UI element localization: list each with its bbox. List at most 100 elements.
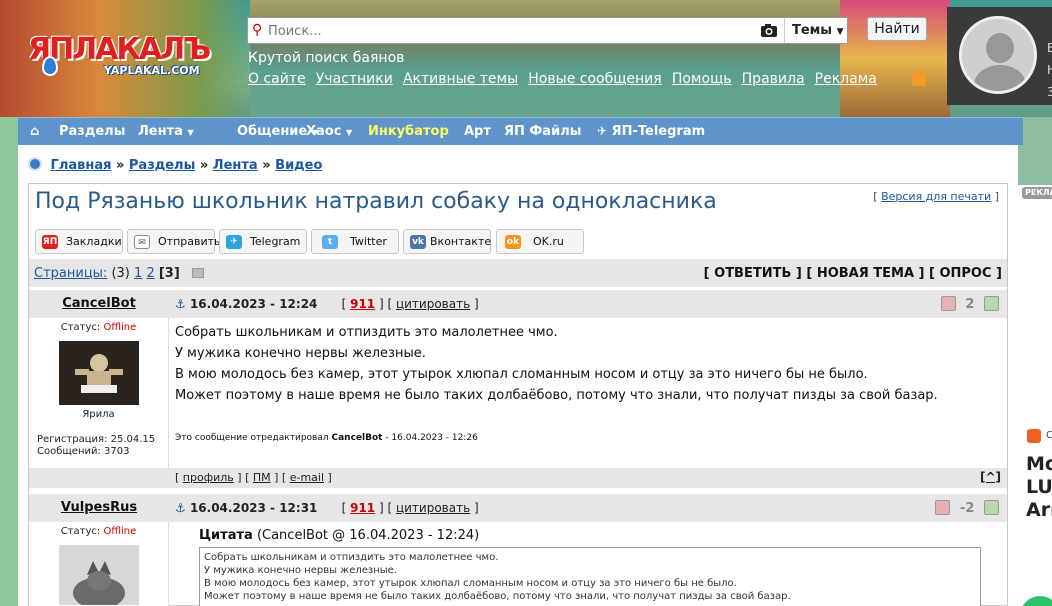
tagline-link[interactable]: Крутой поиск баянов	[248, 50, 404, 66]
link-help[interactable]: Помощь	[672, 71, 732, 87]
anchor-icon[interactable]: ⚓	[175, 297, 186, 311]
link-new-messages[interactable]: Новые сообщения	[528, 71, 661, 87]
top-links: О сайте Участники Активные темы Новые со…	[248, 71, 883, 87]
post-number[interactable]: 911	[350, 501, 375, 515]
content-area: Главная » Разделы » Лента » Видео Под Ря…	[18, 145, 1018, 606]
post-footer-links: [ профиль ] [ ПМ ] [ e-mail ]	[175, 471, 332, 484]
author-reg-info: Регистрация: 25.04.15 Сообщений: 3703	[37, 434, 156, 457]
post-text-line: Может поэтому в наше время не было таких…	[175, 388, 938, 403]
pm-link[interactable]: ПМ	[253, 471, 271, 484]
quote-link[interactable]: цитировать	[396, 297, 470, 311]
thumbs-down-icon[interactable]	[935, 500, 951, 515]
print-version-link[interactable]: Версия для печати	[881, 190, 991, 203]
thumbs-down-icon[interactable]	[940, 296, 956, 311]
search-input[interactable]	[268, 21, 748, 41]
page-2-link[interactable]: 2	[146, 266, 154, 281]
nav-sections[interactable]: Разделы	[59, 124, 125, 139]
post-text-line: В мою молодось без камер, этот утырок хл…	[175, 367, 868, 382]
nav-art[interactable]: Арт	[464, 124, 491, 139]
post-header: VulpesRus ⚓ 16.04.2023 - 12:31 [ 911 ] […	[29, 494, 1007, 522]
page-1-link[interactable]: 1	[134, 266, 142, 281]
link-members[interactable]: Участники	[316, 71, 393, 87]
post-number[interactable]: 911	[350, 297, 375, 311]
home-icon[interactable]: ⌂	[30, 124, 39, 139]
share-bookmarks-button[interactable]: ЯП Закладки	[35, 229, 123, 254]
author-status: Статус: Offline	[60, 526, 137, 537]
ok-icon: ok	[505, 235, 521, 249]
yap-icon: ЯП	[42, 235, 58, 249]
email-link[interactable]: e-mail	[290, 471, 324, 484]
edit-note: Это сообщение отредактировал CancelBot -…	[175, 433, 478, 443]
scroll-top-link[interactable]: [^]	[980, 470, 1001, 484]
ad-source: С	[1046, 430, 1052, 441]
quote-link[interactable]: цитировать	[396, 501, 470, 515]
post-author: VulpesRus	[60, 500, 138, 515]
thumbs-up-icon[interactable]	[984, 296, 999, 311]
share-ok-button[interactable]: ok OK.ru	[496, 229, 584, 254]
profile-link[interactable]: профиль	[183, 471, 234, 484]
pagination: Страницы: (3) 1 2 [3]	[34, 266, 204, 281]
post-meta: ⚓ 16.04.2023 - 12:31 [ 911 ] [ цитироват…	[175, 501, 479, 515]
post: VulpesRus ⚓ 16.04.2023 - 12:31 [ 911 ] […	[29, 494, 1007, 606]
nav-files[interactable]: ЯП Файлы	[504, 124, 581, 139]
left-strip	[0, 117, 18, 606]
rating-value: -2	[960, 501, 975, 516]
ad-source-icon	[1027, 429, 1041, 443]
share-vk-button[interactable]: vk Вконтакте	[403, 229, 491, 254]
author-status: Статус: Offline	[60, 322, 137, 333]
nav-telegram[interactable]: ✈ ЯП-Telegram	[597, 124, 705, 139]
chevron-down-icon: ▼	[345, 128, 353, 137]
author-avatar[interactable]	[58, 545, 139, 606]
link-about[interactable]: О сайте	[248, 71, 306, 87]
search-icon: ⚲	[252, 22, 263, 38]
post-author: CancelBot	[62, 296, 136, 311]
page-title: Под Рязанью школьник натравил собаку на …	[35, 189, 717, 214]
nav-incubator[interactable]: Инкубатор	[368, 124, 449, 139]
camera-icon[interactable]	[759, 21, 779, 41]
search-scope-label: Темы	[792, 23, 833, 38]
thumbs-up-icon[interactable]	[984, 500, 999, 515]
breadcrumb-video[interactable]: Видео	[275, 158, 322, 173]
site-logo[interactable]: ЯПЛАКАЛЪ YAPLAKAL.COM	[26, 30, 236, 80]
post-text-line: Собрать школьникам и отпиздить это малол…	[175, 325, 558, 340]
share-telegram-button[interactable]: ✈ Telegram	[219, 229, 307, 254]
find-button[interactable]: Найти	[867, 17, 927, 41]
anchor-icon[interactable]: ⚓	[175, 501, 186, 515]
rating-value: 2	[965, 297, 975, 312]
link-rules[interactable]: Правила	[742, 71, 805, 87]
breadcrumb-home[interactable]: Главная	[51, 158, 112, 173]
pages-label[interactable]: Страницы:	[34, 266, 107, 281]
telegram-icon: ✈	[226, 235, 242, 249]
author-avatar[interactable]	[58, 341, 139, 405]
site-header: ЯПЛАКАЛЪ YAPLAKAL.COM ⚲ Темы ▼ Найти Кру…	[0, 0, 1052, 117]
share-twitter-button[interactable]: t Twitter	[311, 229, 399, 254]
main-nav: ⌂ Разделы Лента ▼ Общение ▼ Хаос ▼ Инкуб…	[18, 117, 1023, 145]
page-current: [3]	[158, 266, 180, 281]
chevron-down-icon: ▼	[836, 27, 844, 37]
post-author-panel: Статус: Offline	[29, 522, 169, 606]
share-send-button[interactable]: ✉ Отправить	[127, 229, 221, 254]
search-scope-select[interactable]: Темы ▼	[784, 18, 848, 43]
ad-column: РЕКЛА С Мо LU Arr	[1018, 185, 1052, 606]
mail-icon: ✉	[134, 235, 150, 249]
breadcrumb-feed[interactable]: Лента	[213, 158, 258, 173]
link-ads[interactable]: Реклама	[815, 71, 877, 87]
nav-feed[interactable]: Лента ▼	[138, 124, 194, 139]
pages-menu-icon[interactable]	[191, 268, 204, 278]
rss-icon[interactable]	[912, 72, 926, 86]
avatar[interactable]	[959, 16, 1037, 94]
post-date: 16.04.2023 - 12:31	[189, 501, 318, 515]
topic-actions[interactable]: [ ОТВЕТИТЬ ] [ НОВАЯ ТЕМА ] [ ОПРОС ]	[704, 266, 1002, 281]
ad-text[interactable]: Мо LU Arr	[1026, 453, 1052, 522]
breadcrumb-sections[interactable]: Разделы	[129, 158, 195, 173]
nav-chaos[interactable]: Хаос ▼	[306, 124, 352, 139]
post-header: CancelBot ⚓ 16.04.2023 - 12:24 [ 911 ] […	[29, 290, 1007, 318]
link-active-topics[interactable]: Активные темы	[403, 71, 518, 87]
quote-box: Собрать школьникам и отпиздить это малол…	[199, 547, 981, 606]
post-text-line: У мужика конечно нервы железные.	[175, 346, 426, 361]
post-date: 16.04.2023 - 12:24	[189, 297, 318, 311]
post-footer: [ профиль ] [ ПМ ] [ e-mail ] [^]	[29, 468, 1007, 488]
user-box: B H 3	[947, 7, 1052, 105]
post-rating: -2	[935, 500, 999, 516]
ad-label: РЕКЛА	[1022, 187, 1052, 199]
